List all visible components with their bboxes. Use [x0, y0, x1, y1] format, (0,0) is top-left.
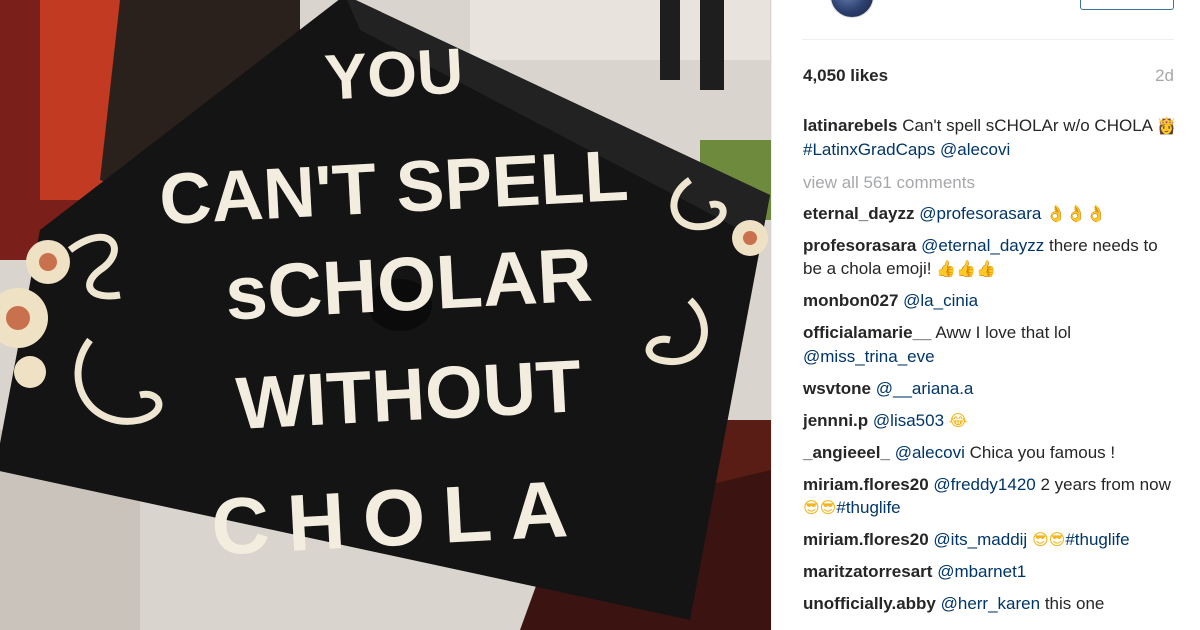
caption-text: Can't spell sCHOLAr w/o CHOLA [902, 116, 1153, 135]
comment-username[interactable]: eternal_dayzz [803, 204, 915, 223]
comment-mention[interactable]: @profesorasara [919, 204, 1041, 223]
caption-hashtag[interactable]: #LatinxGradCaps [803, 140, 935, 159]
comment-mention[interactable]: @lisa503 [873, 411, 944, 430]
comment-mention[interactable]: @la_cinia [903, 291, 978, 310]
sunglasses-emoji-icon: 😎😎 [1031, 530, 1066, 549]
list-item: _angieeel_ @alecovi Chica you famous ! [803, 441, 1178, 465]
post-header [802, 0, 1174, 40]
list-item: officialamarie__ Aww I love that lol @mi… [803, 321, 1178, 368]
list-item: jennni.p @lisa503 😂 [803, 409, 1178, 433]
sunglasses-emoji-icon: 😎😎 [803, 498, 837, 517]
likes-row: 4,050 likes 2d [803, 66, 1174, 90]
post-time[interactable]: 2d [1155, 66, 1174, 86]
comment-text: this one [1044, 594, 1105, 613]
caption-mention[interactable]: @alecovi [940, 140, 1010, 159]
comment-mention[interactable]: @herr_karen [941, 594, 1040, 613]
comment-username[interactable]: unofficially.abby [803, 594, 936, 613]
comment-username[interactable]: monbon027 [803, 291, 898, 310]
comment-mention[interactable]: @mbarnet1 [937, 562, 1026, 581]
comment-text: 2 years from now [1040, 474, 1171, 494]
follow-button[interactable] [1080, 0, 1174, 10]
list-item: profesorasara @eternal_dayzz there needs… [803, 234, 1178, 281]
list-item: miriam.flores20 @freddy1420 2 years from… [803, 473, 1178, 520]
view-all-comments-link[interactable]: view all 561 comments [803, 171, 1178, 195]
comment-username[interactable]: miriam.flores20 [803, 475, 929, 494]
comment-username[interactable]: profesorasara [803, 236, 916, 255]
post-caption: latinarebels Can't spell sCHOLAr w/o CHO… [803, 114, 1178, 161]
comment-mention[interactable]: @eternal_dayzz [921, 236, 1044, 255]
comment-username[interactable]: miriam.flores20 [803, 530, 929, 549]
comment-username[interactable]: officialamarie__ [803, 323, 932, 342]
cap-line-1: YOU [323, 34, 465, 113]
list-item: wsvtone @__ariana.a [803, 377, 1178, 401]
comment-mention[interactable]: @freddy1420 [933, 475, 1035, 494]
comment-mention[interactable]: @__ariana.a [876, 379, 974, 398]
thumbs-up-emoji-icon: 👍👍👍 [936, 259, 997, 278]
list-item: monbon027 @la_cinia [803, 289, 1178, 313]
list-item: maritzatorresart @mbarnet1 [803, 560, 1178, 584]
comment-username[interactable]: maritzatorresart [803, 562, 932, 581]
comment-username[interactable]: jennni.p [803, 411, 868, 430]
post-photo[interactable]: YOU CAN'T SPELL sCHOLAR WITHOUT CHOLA [0, 0, 771, 630]
comment-mention[interactable]: @its_maddij [933, 530, 1027, 549]
ok-hand-emoji-icon: 👌👌👌 [1046, 203, 1106, 223]
comment-hashtag[interactable]: #thuglife [1065, 530, 1129, 549]
caption-username[interactable]: latinarebels [803, 116, 898, 135]
likes-count[interactable]: 4,050 likes [803, 66, 888, 86]
post-sidebar: 4,050 likes 2d latinarebels Can't spell … [771, 0, 1200, 630]
graduation-cap-image: YOU CAN'T SPELL sCHOLAR WITHOUT CHOLA [0, 0, 771, 630]
list-item: miriam.flores20 @its_maddij 😎😎#thuglife [803, 528, 1178, 552]
list-item: eternal_dayzz @profesorasara 👌👌👌 [803, 202, 1178, 226]
comment-username[interactable]: wsvtone [803, 379, 871, 398]
comment-text: Aww I love that lol [935, 323, 1072, 342]
avatar[interactable] [830, 0, 874, 18]
comments-list: latinarebels Can't spell sCHOLAr w/o CHO… [803, 114, 1178, 624]
list-item: unofficially.abby @herr_karen this one [803, 592, 1178, 616]
comment-mention[interactable]: @alecovi [895, 443, 965, 462]
comment-hashtag[interactable]: #thuglife [836, 498, 900, 517]
comment-text: Chica you famous ! [969, 442, 1116, 462]
princess-emoji-icon: 👸 [1156, 116, 1177, 135]
comment-username[interactable]: _angieeel_ [803, 443, 890, 462]
comment-mention[interactable]: @miss_trina_eve [803, 347, 935, 366]
laughing-emoji-icon: 😂 [948, 410, 968, 430]
